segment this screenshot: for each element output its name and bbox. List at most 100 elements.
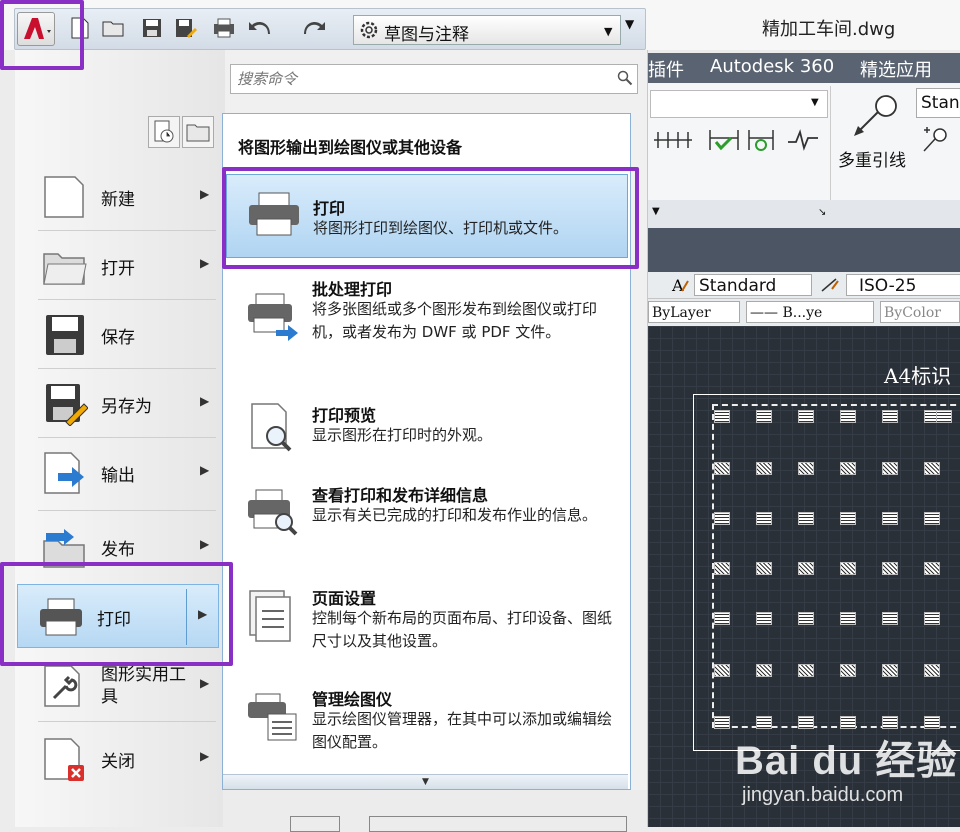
search-box[interactable]: [230, 64, 638, 94]
hatch-mark: [924, 562, 940, 575]
highlight-plot-item: [222, 167, 639, 269]
hatch-mark: [882, 410, 898, 423]
hatch-mark: [924, 462, 940, 475]
customize-toolbar-icon[interactable]: ▼: [625, 17, 634, 31]
menu-divider: [38, 230, 216, 231]
chevron-down-icon[interactable]: ▼: [652, 206, 660, 217]
submenu-item-batch-plot[interactable]: 批处理打印 将多张图纸或多个图形发布到绘图仪或打印机，或者发布为 DWF 或 P…: [226, 276, 626, 372]
workspace-selector[interactable]: 草图与注释 ▼: [353, 15, 621, 45]
layer-select[interactable]: ByLayer: [648, 301, 740, 323]
submenu-scroll-down-button[interactable]: ▼: [223, 774, 628, 789]
svg-text:A: A: [671, 276, 684, 295]
menu-item-save[interactable]: 保存: [22, 303, 212, 365]
text-style-icon[interactable]: A: [670, 275, 690, 295]
search-icon[interactable]: [617, 70, 633, 90]
tab-autodesk-360[interactable]: Autodesk 360: [710, 56, 834, 77]
menu-item-save-as[interactable]: 另存为 ▶: [22, 372, 212, 434]
submenu-item-manage-plotters[interactable]: 管理绘图仪 显示绘图仪管理器，在其中可以添加或编辑绘图仪配置。: [226, 686, 626, 766]
batch-plot-icon: [246, 290, 300, 344]
exit-button[interactable]: [369, 816, 627, 832]
open-icon[interactable]: [101, 15, 127, 41]
recent-documents-icon[interactable]: [148, 116, 180, 148]
hatch-mark: [882, 562, 898, 575]
menu-item-label: 打开: [101, 259, 135, 279]
manage-plotters-icon: [246, 690, 300, 744]
document-title: 精加工车间.dwg: [762, 19, 896, 40]
jog-line-icon[interactable]: [786, 126, 820, 154]
submenu-arrow-icon: ▶: [200, 187, 210, 201]
linetype-select[interactable]: —— B...ye: [746, 301, 874, 323]
options-button[interactable]: [290, 816, 340, 832]
hatch-mark: [840, 562, 856, 575]
menu-item-label: 图形实用工具: [101, 665, 186, 707]
close-document-icon: [42, 737, 88, 781]
submenu-item-plot-details[interactable]: 查看打印和发布详细信息 显示有关已完成的打印和发布作业的信息。: [226, 482, 626, 562]
highlight-print-menu: [0, 562, 233, 666]
chevron-down-icon: ▼: [811, 97, 819, 108]
color-select[interactable]: ByColor: [880, 301, 960, 323]
dimension-style-dropdown[interactable]: ▼: [650, 90, 828, 118]
multileader-icon[interactable]: [848, 92, 900, 142]
highlight-app-button: [0, 0, 84, 70]
submenu-item-title: 查看打印和发布详细信息: [312, 486, 489, 505]
submenu-arrow-icon: ▶: [200, 256, 210, 270]
hatch-mark: [756, 462, 772, 475]
undo-icon[interactable]: [247, 15, 273, 41]
menu-item-open[interactable]: 打开 ▶: [22, 234, 212, 296]
hatch-mark: [756, 512, 772, 525]
plot-icon[interactable]: [211, 15, 237, 41]
redo-icon[interactable]: [301, 15, 327, 41]
hatch-mark: [714, 562, 730, 575]
saveas-icon[interactable]: [173, 15, 199, 41]
submenu-item-plot-preview[interactable]: 打印预览 显示图形在打印时的外观。: [226, 402, 626, 462]
submenu-item-title: 页面设置: [312, 589, 377, 608]
multileader-label[interactable]: 多重引线: [838, 146, 906, 171]
dimension-check-icon[interactable]: [706, 126, 742, 154]
hatch-mark: [756, 664, 772, 677]
hatch-mark: [798, 512, 814, 525]
panel-launcher-icon[interactable]: ↘: [818, 207, 826, 218]
file-tab-strip: [648, 228, 960, 272]
wrench-icon: [42, 664, 88, 708]
hatch-mark: [798, 462, 814, 475]
search-input[interactable]: [235, 68, 619, 90]
new-document-icon: [42, 175, 88, 219]
menu-item-label: 另存为: [101, 397, 152, 417]
submenu-item-page-setup[interactable]: 页面设置 控制每个新布局的页面布局、打印设备、图纸尺寸以及其他设置。: [226, 585, 626, 665]
submenu-item-title: 批处理打印: [312, 280, 393, 299]
dim-style-select[interactable]: ISO-25: [846, 274, 960, 296]
hatch-mark: [924, 612, 940, 625]
hatch-mark: [882, 512, 898, 525]
hatch-mark: [840, 664, 856, 677]
menu-item-export[interactable]: 输出 ▶: [22, 441, 212, 503]
dim-style-icon[interactable]: [820, 275, 840, 295]
hatch-mark: [882, 664, 898, 677]
open-documents-icon[interactable]: [182, 116, 214, 148]
hatch-mark: [882, 462, 898, 475]
menu-item-close[interactable]: 关闭 ▶: [22, 727, 212, 789]
drawing-title-text: A4标识: [884, 364, 952, 388]
add-leader-icon[interactable]: [920, 126, 950, 154]
hatch-mark: [756, 562, 772, 575]
tab-featured-apps[interactable]: 精选应用: [860, 56, 932, 82]
text-style-field[interactable]: Stan: [916, 88, 960, 118]
menu-item-new[interactable]: 新建 ▶: [22, 165, 212, 227]
dimension-update-icon[interactable]: [746, 126, 776, 154]
dimension-continue-icon[interactable]: [652, 126, 696, 154]
gear-icon: [359, 20, 379, 44]
submenu-item-desc: 显示绘图仪管理器，在其中可以添加或编辑绘图仪配置。: [312, 710, 613, 751]
hatch-mark: [756, 612, 772, 625]
text-style-select[interactable]: Standard: [694, 274, 812, 296]
drawing-border-inner: [712, 404, 960, 728]
hatch-mark: [936, 410, 952, 423]
tab-plugins[interactable]: 插件: [648, 56, 684, 82]
hatch-mark: [798, 612, 814, 625]
hatch-mark: [756, 410, 772, 423]
hatch-mark: [714, 716, 730, 729]
plot-preview-icon: [246, 402, 300, 456]
menu-divider: [38, 510, 216, 511]
open-folder-icon: [42, 244, 88, 288]
submenu-item-title: 管理绘图仪: [312, 690, 393, 709]
hatch-mark: [798, 410, 814, 423]
save-icon[interactable]: [139, 15, 165, 41]
